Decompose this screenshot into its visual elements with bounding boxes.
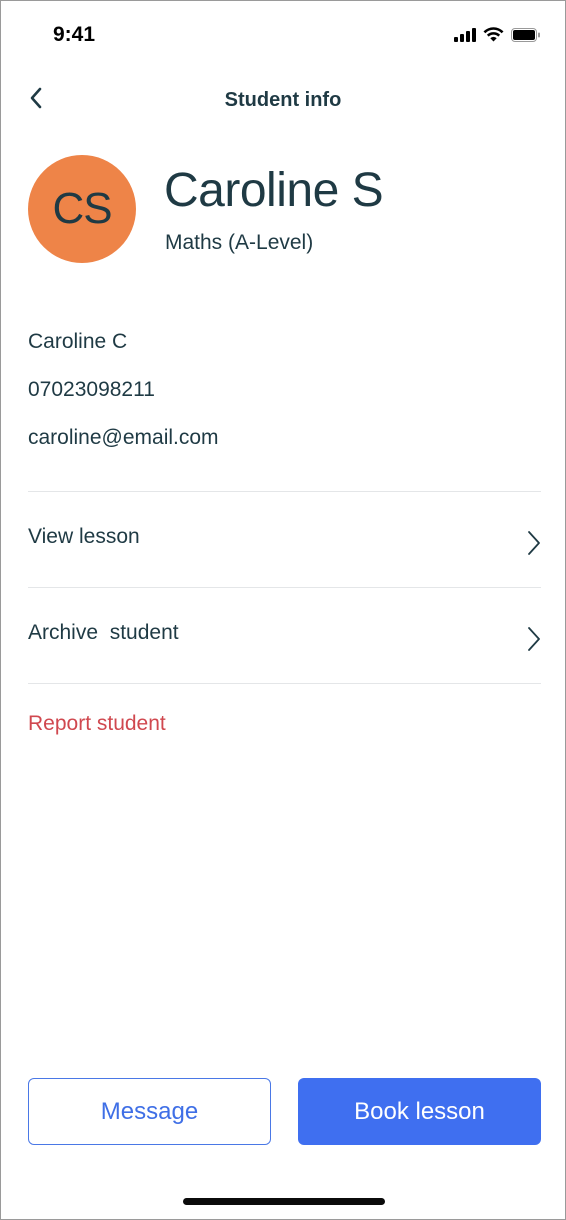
status-time: 9:41 — [53, 23, 96, 46]
chevron-right-icon — [527, 626, 541, 657]
email-address: caroline@email.com — [28, 426, 219, 449]
cellular-signal-icon — [454, 27, 476, 42]
avatar: CS — [28, 155, 136, 263]
archive-student-row[interactable]: Archive student — [28, 588, 541, 683]
contact-details: Caroline C 07023098211 caroline@email.co… — [28, 327, 541, 471]
page-title: Student info — [224, 89, 342, 111]
battery-icon — [511, 27, 541, 42]
wifi-icon — [483, 27, 504, 42]
book-lesson-button[interactable]: Book lesson — [298, 1078, 541, 1145]
report-student-link[interactable]: Report student — [28, 712, 541, 736]
archive-student-label: Archive student — [28, 620, 179, 644]
phone-screen: 9:41 Student info CS Caroline S Maths (A… — [0, 0, 566, 1220]
student-name: Caroline S — [164, 164, 384, 217]
student-subject: Maths (A-Level) — [165, 231, 314, 254]
phone-number: 07023098211 — [28, 378, 155, 401]
chevron-right-icon — [527, 530, 541, 561]
message-button[interactable]: Message — [28, 1078, 271, 1145]
divider — [28, 683, 541, 684]
home-indicator — [183, 1198, 385, 1205]
student-actions: View lesson Archive student Report stude… — [28, 491, 541, 736]
view-lesson-row[interactable]: View lesson — [28, 492, 541, 587]
parent-name: Caroline C — [28, 330, 128, 353]
student-profile: CS Caroline S Maths (A-Level) — [28, 155, 541, 265]
status-icons — [454, 27, 541, 42]
view-lesson-label: View lesson — [28, 524, 140, 548]
status-bar: 9:41 — [1, 1, 565, 71]
bottom-buttons: Message Book lesson — [28, 1078, 541, 1145]
nav-header: Student info — [1, 79, 565, 123]
